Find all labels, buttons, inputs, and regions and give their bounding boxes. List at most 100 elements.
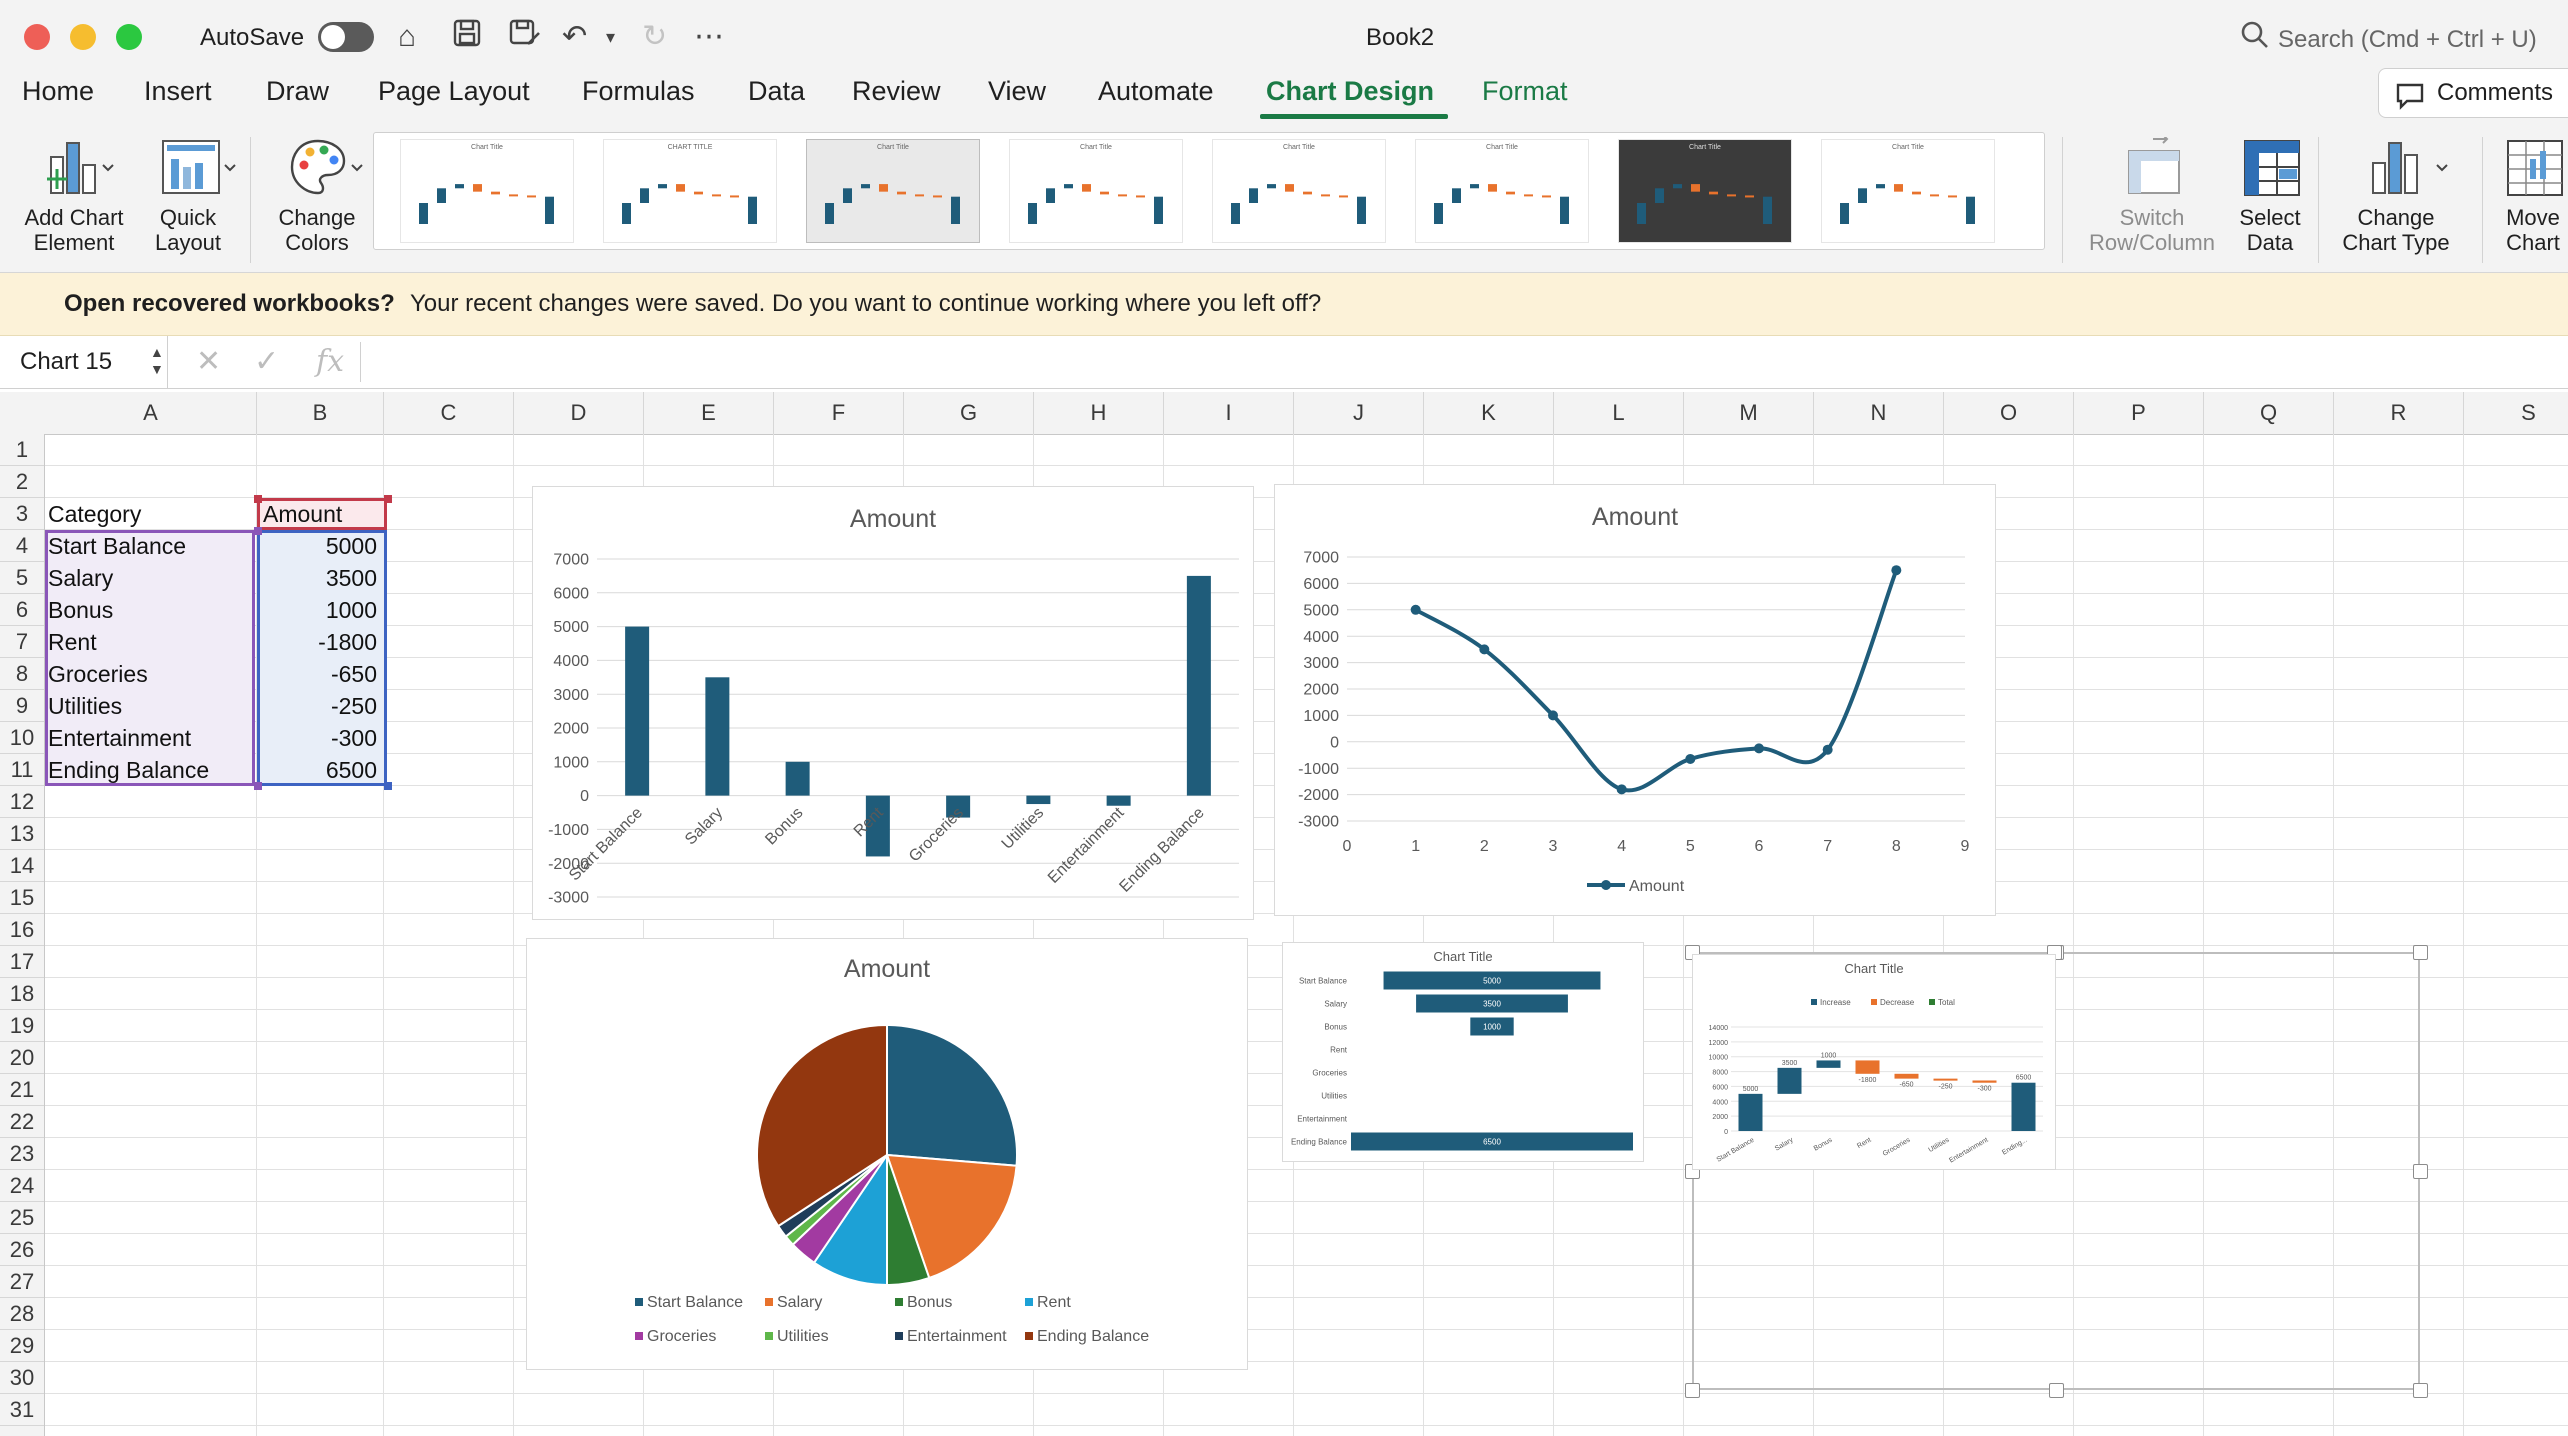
row-header-7[interactable]: 7: [0, 626, 44, 658]
range-handle[interactable]: [384, 782, 392, 790]
search-icon[interactable]: [2240, 20, 2270, 60]
chart-style-thumbnail-7[interactable]: Chart Title: [1618, 139, 1792, 243]
column-header-l[interactable]: L: [1554, 392, 1684, 434]
row-header-4[interactable]: 4: [0, 530, 44, 562]
undo-dropdown-chevron-icon[interactable]: ▾: [606, 18, 615, 56]
tab-page-layout[interactable]: Page Layout: [378, 75, 530, 125]
tab-review[interactable]: Review: [852, 75, 941, 125]
tab-view[interactable]: View: [988, 75, 1046, 125]
column-header-g[interactable]: G: [904, 392, 1034, 434]
column-header-r[interactable]: R: [2334, 392, 2464, 434]
cell-a9[interactable]: Utilities: [48, 690, 253, 722]
cell-a5[interactable]: Salary: [48, 562, 253, 594]
cell-b11[interactable]: 6500: [257, 754, 377, 786]
chart-column-amount[interactable]: 7000 6000 5000 4000 3000 2000 1000 0 -1000 -2000-…: [532, 486, 1254, 920]
insert-function-icon[interactable]: fx: [316, 344, 344, 380]
quick-layout-button[interactable]: Quick Layout: [140, 137, 236, 255]
row-header-6[interactable]: 6: [0, 594, 44, 626]
column-header-k[interactable]: K: [1424, 392, 1554, 434]
minimize-window-button[interactable]: [70, 24, 96, 50]
range-handle[interactable]: [254, 495, 262, 503]
formula-input[interactable]: [360, 342, 2561, 382]
chart-style-thumbnail-4[interactable]: Chart Title: [1009, 139, 1183, 243]
row-header-17[interactable]: 17: [0, 946, 44, 978]
row-header-22[interactable]: 22: [0, 1106, 44, 1138]
search-input[interactable]: Search (Cmd + Ctrl + U): [2278, 26, 2537, 54]
cell-a4[interactable]: Start Balance: [48, 530, 253, 562]
chart-horizontal-bar[interactable]: Start Balance 5000 Salary 3500 Bonus 1000 Rent…: [1282, 942, 1644, 1162]
chart-style-thumbnail-8[interactable]: Chart Title: [1821, 139, 1995, 243]
select-data-button[interactable]: Select Data: [2222, 137, 2318, 255]
chart-style-thumbnail-3[interactable]: Chart Title: [806, 139, 980, 243]
tab-draw[interactable]: Draw: [266, 75, 329, 125]
cell-a11[interactable]: Ending Balance: [48, 754, 253, 786]
more-commands-icon[interactable]: ⋯: [694, 18, 724, 56]
cell-b9[interactable]: -250: [257, 690, 377, 722]
column-header-d[interactable]: D: [514, 392, 644, 434]
row-header-9[interactable]: 9: [0, 690, 44, 722]
column-header-q[interactable]: Q: [2204, 392, 2334, 434]
add-chart-element-button[interactable]: Add Chart Element: [14, 137, 134, 255]
row-header-11[interactable]: 11: [0, 754, 44, 786]
row-header-10[interactable]: 10: [0, 722, 44, 754]
cell-b4[interactable]: 5000: [257, 530, 377, 562]
range-handle[interactable]: [254, 527, 262, 535]
row-header-2[interactable]: 2: [0, 466, 44, 498]
cell-b8[interactable]: -650: [257, 658, 377, 690]
row-header-28[interactable]: 28: [0, 1298, 44, 1330]
row-header-3[interactable]: 3: [0, 498, 44, 530]
chart-pie-amount[interactable]: Start Balance Salary Bonus Rent Groceries Uti…: [526, 938, 1248, 1370]
cell-b10[interactable]: -300: [257, 722, 377, 754]
row-header-30[interactable]: 30: [0, 1362, 44, 1394]
row-header-27[interactable]: 27: [0, 1266, 44, 1298]
row-header-24[interactable]: 24: [0, 1170, 44, 1202]
row-header-5[interactable]: 5: [0, 562, 44, 594]
row-header-13[interactable]: 13: [0, 818, 44, 850]
row-header-23[interactable]: 23: [0, 1138, 44, 1170]
row-header-25[interactable]: 25: [0, 1202, 44, 1234]
row-header-8[interactable]: 8: [0, 658, 44, 690]
resize-handle[interactable]: [1685, 1383, 1700, 1398]
column-header-m[interactable]: M: [1684, 392, 1814, 434]
tab-automate[interactable]: Automate: [1098, 75, 1214, 125]
column-header-h[interactable]: H: [1034, 392, 1164, 434]
column-header-o[interactable]: O: [1944, 392, 2074, 434]
cell-a3[interactable]: Category: [48, 498, 253, 530]
row-header-20[interactable]: 20: [0, 1042, 44, 1074]
change-chart-type-button[interactable]: Change Chart Type: [2328, 137, 2464, 255]
chart-line-amount[interactable]: 7000 6000 5000 4000 3000 2000 1000 0 -1000 -2000 -…: [1274, 484, 1996, 916]
tab-chart-design[interactable]: Chart Design: [1259, 75, 1449, 125]
cell-a8[interactable]: Groceries: [48, 658, 253, 690]
column-header-s[interactable]: S: [2464, 392, 2568, 434]
range-handle[interactable]: [254, 782, 262, 790]
change-colors-button[interactable]: Change Colors: [262, 137, 372, 255]
column-header-j[interactable]: J: [1294, 392, 1424, 434]
range-handle[interactable]: [384, 495, 392, 503]
column-header-n[interactable]: N: [1814, 392, 1944, 434]
chart-style-thumbnail-1[interactable]: Chart Title: [400, 139, 574, 243]
autosave-toggle[interactable]: [318, 22, 374, 52]
move-chart-button[interactable]: Move Chart: [2490, 137, 2568, 255]
column-header-f[interactable]: F: [774, 392, 904, 434]
name-box-stepper-icon[interactable]: ▲ ▼: [150, 344, 164, 378]
row-header-1[interactable]: 1: [0, 434, 44, 466]
row-header-15[interactable]: 15: [0, 882, 44, 914]
column-header-b[interactable]: B: [257, 392, 384, 434]
row-header-31[interactable]: 31: [0, 1394, 44, 1426]
row-header-19[interactable]: 19: [0, 1010, 44, 1042]
column-header-a[interactable]: A: [45, 392, 257, 434]
chart-style-thumbnail-6[interactable]: Chart Title: [1415, 139, 1589, 243]
chart-style-thumbnail-2[interactable]: CHART TITLE: [603, 139, 777, 243]
row-header-12[interactable]: 12: [0, 786, 44, 818]
tab-format[interactable]: Format: [1482, 75, 1568, 125]
resize-handle[interactable]: [2413, 945, 2428, 960]
chart-waterfall[interactable]: Increase Decrease Total 14000 12000 10000 8000…: [1692, 954, 2056, 1170]
cell-a10[interactable]: Entertainment: [48, 722, 253, 754]
tab-formulas[interactable]: Formulas: [582, 75, 695, 125]
column-header-i[interactable]: I: [1164, 392, 1294, 434]
close-window-button[interactable]: [24, 24, 50, 50]
tab-insert[interactable]: Insert: [144, 75, 212, 125]
row-header-18[interactable]: 18: [0, 978, 44, 1010]
tab-home[interactable]: Home: [22, 75, 94, 125]
cell-b7[interactable]: -1800: [257, 626, 377, 658]
